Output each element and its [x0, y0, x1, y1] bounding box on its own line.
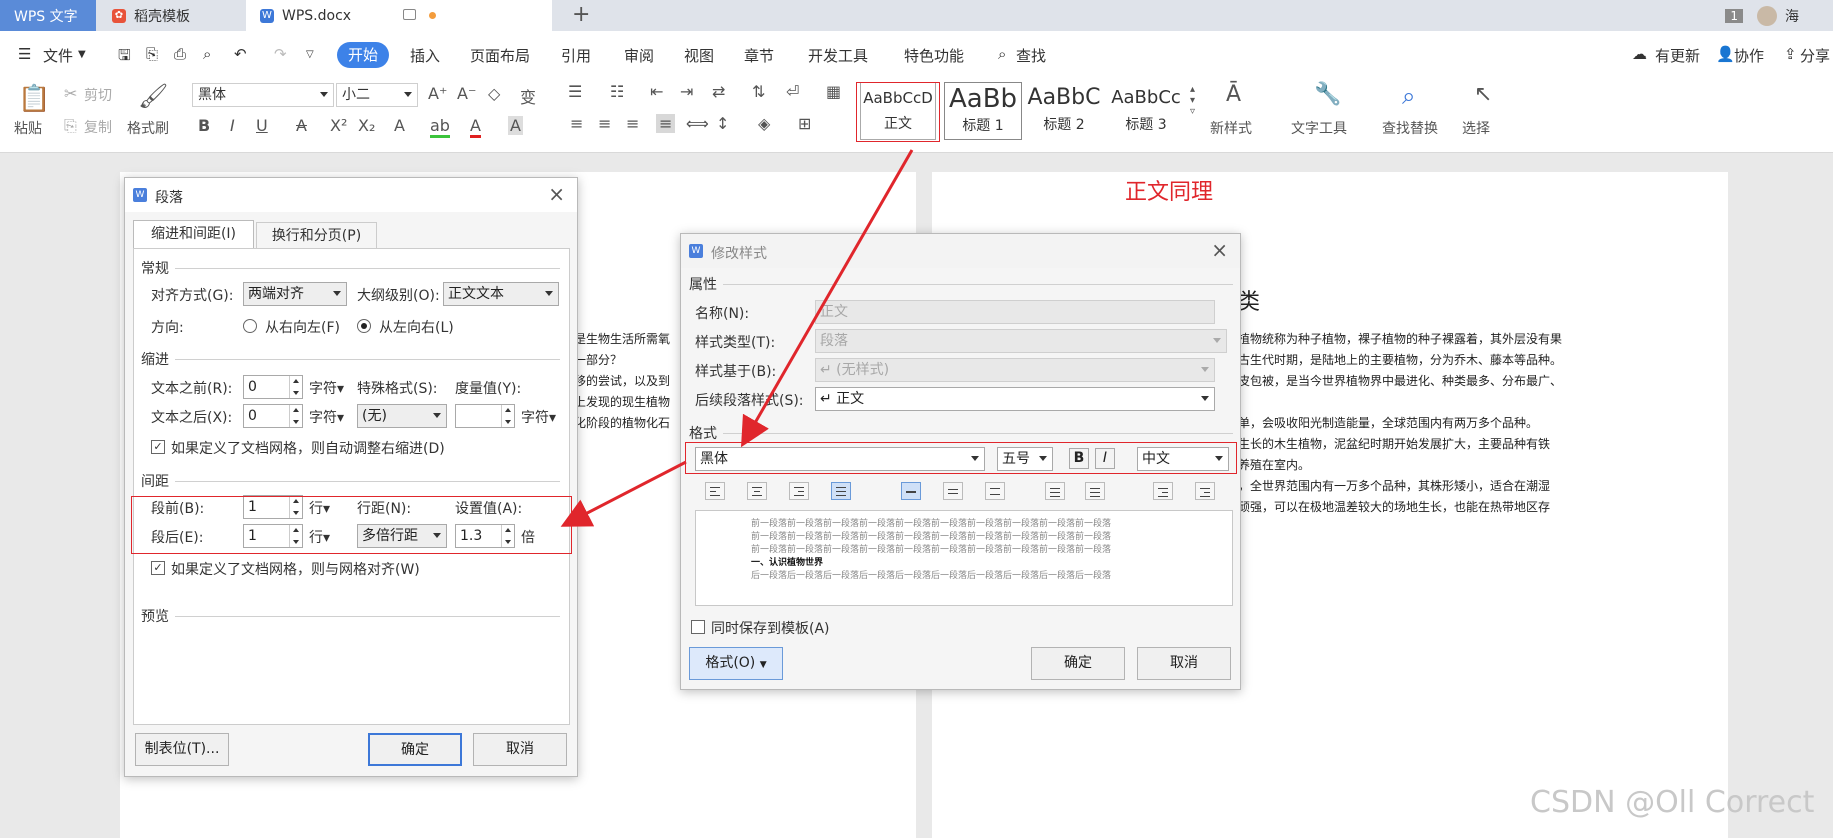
annotation-arrows — [560, 149, 914, 527]
arrow-format-to-spacing — [560, 460, 687, 527]
watermark: CSDN @Oll Correct — [1530, 785, 1815, 820]
arrow-style-to-font — [741, 149, 914, 448]
